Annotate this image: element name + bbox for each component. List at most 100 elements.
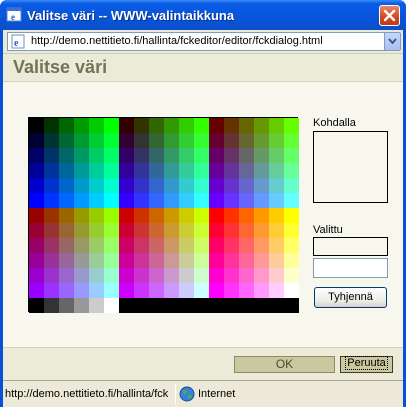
color-swatch[interactable] xyxy=(239,268,254,283)
color-swatch[interactable] xyxy=(74,133,89,148)
color-swatch[interactable] xyxy=(269,178,284,193)
color-swatch[interactable] xyxy=(284,208,299,223)
color-swatch[interactable] xyxy=(164,178,179,193)
color-swatch[interactable] xyxy=(119,298,134,313)
color-swatch[interactable] xyxy=(194,133,209,148)
color-swatch[interactable] xyxy=(89,208,104,223)
color-swatch[interactable] xyxy=(89,283,104,298)
color-swatch[interactable] xyxy=(254,178,269,193)
color-swatch[interactable] xyxy=(209,253,224,268)
color-swatch[interactable] xyxy=(254,148,269,163)
color-swatch[interactable] xyxy=(179,163,194,178)
color-swatch[interactable] xyxy=(149,178,164,193)
color-swatch[interactable] xyxy=(239,283,254,298)
color-swatch[interactable] xyxy=(59,178,74,193)
color-swatch[interactable] xyxy=(104,223,119,238)
color-swatch[interactable] xyxy=(149,253,164,268)
color-swatch[interactable] xyxy=(179,148,194,163)
color-swatch[interactable] xyxy=(134,178,149,193)
color-swatch[interactable] xyxy=(59,208,74,223)
color-swatch[interactable] xyxy=(224,238,239,253)
color-swatch[interactable] xyxy=(239,163,254,178)
color-swatch[interactable] xyxy=(254,133,269,148)
color-swatch[interactable] xyxy=(89,193,104,208)
color-swatch[interactable] xyxy=(239,118,254,133)
color-swatch[interactable] xyxy=(134,163,149,178)
color-swatch[interactable] xyxy=(224,283,239,298)
color-swatch[interactable] xyxy=(284,283,299,298)
color-swatch[interactable] xyxy=(59,163,74,178)
color-swatch[interactable] xyxy=(179,238,194,253)
color-swatch[interactable] xyxy=(164,163,179,178)
color-swatch[interactable] xyxy=(104,133,119,148)
color-swatch[interactable] xyxy=(59,253,74,268)
color-swatch[interactable] xyxy=(134,283,149,298)
color-swatch[interactable] xyxy=(254,193,269,208)
color-swatch[interactable] xyxy=(269,208,284,223)
color-swatch[interactable] xyxy=(194,148,209,163)
color-palette[interactable] xyxy=(28,117,299,313)
color-swatch[interactable] xyxy=(74,193,89,208)
color-swatch[interactable] xyxy=(29,133,44,148)
color-swatch[interactable] xyxy=(119,148,134,163)
color-swatch[interactable] xyxy=(239,298,254,313)
color-swatch[interactable] xyxy=(134,223,149,238)
color-swatch[interactable] xyxy=(104,253,119,268)
color-swatch[interactable] xyxy=(194,178,209,193)
color-swatch[interactable] xyxy=(194,268,209,283)
color-swatch[interactable] xyxy=(104,163,119,178)
color-swatch[interactable] xyxy=(284,238,299,253)
color-swatch[interactable] xyxy=(149,118,164,133)
color-swatch[interactable] xyxy=(74,223,89,238)
color-swatch[interactable] xyxy=(164,268,179,283)
color-swatch[interactable] xyxy=(44,178,59,193)
color-swatch[interactable] xyxy=(194,193,209,208)
color-swatch[interactable] xyxy=(209,268,224,283)
color-swatch[interactable] xyxy=(104,208,119,223)
color-swatch[interactable] xyxy=(284,223,299,238)
color-swatch[interactable] xyxy=(239,148,254,163)
color-swatch[interactable] xyxy=(284,268,299,283)
color-swatch[interactable] xyxy=(149,163,164,178)
color-swatch[interactable] xyxy=(254,268,269,283)
color-swatch[interactable] xyxy=(149,223,164,238)
color-swatch[interactable] xyxy=(224,193,239,208)
color-swatch[interactable] xyxy=(74,268,89,283)
color-swatch[interactable] xyxy=(44,298,59,313)
color-swatch[interactable] xyxy=(89,163,104,178)
color-swatch[interactable] xyxy=(269,298,284,313)
color-swatch[interactable] xyxy=(104,193,119,208)
color-swatch[interactable] xyxy=(149,133,164,148)
color-swatch[interactable] xyxy=(44,268,59,283)
color-swatch[interactable] xyxy=(104,238,119,253)
color-swatch[interactable] xyxy=(179,223,194,238)
color-swatch[interactable] xyxy=(59,283,74,298)
color-swatch[interactable] xyxy=(284,193,299,208)
color-swatch[interactable] xyxy=(164,283,179,298)
color-swatch[interactable] xyxy=(29,118,44,133)
color-swatch[interactable] xyxy=(284,298,299,313)
color-swatch[interactable] xyxy=(209,238,224,253)
color-swatch[interactable] xyxy=(29,253,44,268)
color-swatch[interactable] xyxy=(164,133,179,148)
color-swatch[interactable] xyxy=(89,133,104,148)
color-swatch[interactable] xyxy=(269,193,284,208)
color-swatch[interactable] xyxy=(134,238,149,253)
color-swatch[interactable] xyxy=(269,253,284,268)
color-swatch[interactable] xyxy=(74,298,89,313)
color-swatch[interactable] xyxy=(224,133,239,148)
color-swatch[interactable] xyxy=(254,298,269,313)
color-swatch[interactable] xyxy=(29,298,44,313)
color-swatch[interactable] xyxy=(74,238,89,253)
color-swatch[interactable] xyxy=(239,178,254,193)
color-swatch[interactable] xyxy=(164,253,179,268)
color-swatch[interactable] xyxy=(224,253,239,268)
color-swatch[interactable] xyxy=(104,298,119,313)
color-swatch[interactable] xyxy=(89,238,104,253)
color-swatch[interactable] xyxy=(254,223,269,238)
color-swatch[interactable] xyxy=(119,268,134,283)
color-swatch[interactable] xyxy=(44,283,59,298)
close-button[interactable] xyxy=(379,5,400,26)
color-swatch[interactable] xyxy=(44,253,59,268)
color-swatch[interactable] xyxy=(224,163,239,178)
